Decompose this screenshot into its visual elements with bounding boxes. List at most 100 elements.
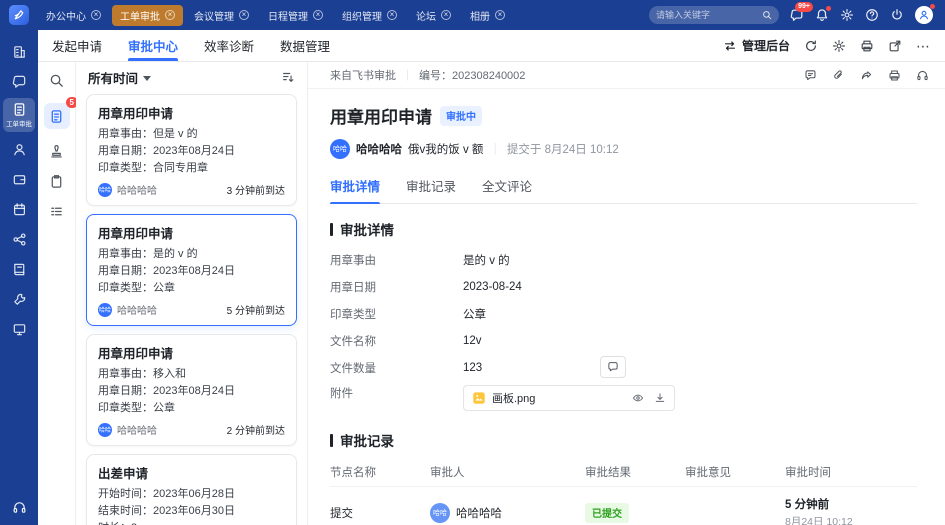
tab-comments[interactable]: 全文评论 xyxy=(482,169,532,203)
approval-card[interactable]: 用章用印申请 用章事由：移入和 用章日期：2023年08月24日 印章类型：公章… xyxy=(86,334,297,446)
rail-search-button[interactable] xyxy=(49,73,64,88)
clipboard-icon xyxy=(49,174,64,189)
close-tab-icon[interactable]: × xyxy=(91,10,101,20)
headset-icon xyxy=(12,500,27,515)
sidebar-item-ticket-approval[interactable]: 工单审批 xyxy=(3,98,35,132)
messages-button[interactable]: 99+ xyxy=(790,8,804,22)
headset-icon[interactable] xyxy=(916,69,929,82)
topbar-actions: 99+ xyxy=(649,6,945,24)
close-tab-icon[interactable]: × xyxy=(165,10,175,20)
more-button[interactable]: ⋯ xyxy=(916,41,931,51)
app-sidebar: 工单审批 xyxy=(0,30,38,525)
approval-card[interactable]: 出差申请 开始时间：2023年06月28日 结束时间：2023年06月30日 时… xyxy=(86,454,297,525)
sidebar-item-workbench[interactable] xyxy=(4,38,34,64)
printer-icon[interactable] xyxy=(888,69,901,82)
card-arrival-time: 2 分钟前到达 xyxy=(227,422,285,437)
time-absolute: 8月24日 10:12 xyxy=(785,514,917,525)
tab-start-request[interactable]: 发起申请 xyxy=(52,30,102,61)
sidebar-item-share[interactable] xyxy=(4,226,34,252)
sidebar-item-devices[interactable] xyxy=(4,316,34,342)
logout-button[interactable] xyxy=(890,8,904,22)
settings-button[interactable] xyxy=(840,8,854,22)
refresh-button[interactable] xyxy=(804,39,818,53)
rail-form-button[interactable] xyxy=(49,174,64,189)
print-button[interactable] xyxy=(860,39,874,53)
tab-approval-details[interactable]: 审批详情 xyxy=(330,169,380,203)
support-button[interactable] xyxy=(12,500,27,515)
stamp-icon xyxy=(49,144,64,159)
sidebar-item-directory[interactable] xyxy=(4,256,34,282)
comment-icon[interactable] xyxy=(804,69,817,82)
list-header: 所有时间 xyxy=(76,62,307,92)
time-filter-dropdown[interactable]: 所有时间 xyxy=(88,68,151,87)
help-button[interactable] xyxy=(865,8,879,22)
tab-label: 数据管理 xyxy=(280,36,330,55)
app-tab-label: 组织管理 xyxy=(342,8,382,23)
approval-rail: 5 xyxy=(38,62,76,525)
export-button[interactable] xyxy=(888,39,902,53)
field-row: 用章日期 2023-08-24 xyxy=(330,273,917,300)
share-forward-icon[interactable] xyxy=(860,69,873,82)
admin-console-button[interactable]: 管理后台 xyxy=(723,37,790,54)
rail-todo-button[interactable]: 5 xyxy=(44,103,70,129)
preview-eye-icon[interactable] xyxy=(632,392,644,404)
section-records-header: 审批记录 xyxy=(330,430,917,450)
app-logo[interactable] xyxy=(9,5,29,25)
node-name: 提交 xyxy=(330,505,430,521)
app-tab-forum[interactable]: 论坛 × xyxy=(408,5,459,26)
card-field: 印章类型：公章 xyxy=(98,280,285,297)
tab-approval-records[interactable]: 审批记录 xyxy=(406,169,456,203)
rail-stamp-button[interactable] xyxy=(49,144,64,159)
sidebar-item-finance[interactable] xyxy=(4,166,34,192)
tab-label: 审批记录 xyxy=(406,180,456,194)
app-tab-meeting[interactable]: 会议管理 × xyxy=(186,5,257,26)
field-value: 12v xyxy=(463,335,482,347)
records-table: 节点名称 审批人 审批结果 审批意见 审批时间 提交 哈哈 哈哈哈哈 已提交 5… xyxy=(330,457,917,525)
approval-card-selected[interactable]: 用章用印申请 用章事由：是的 v 的 用章日期：2023年08月24日 印章类型… xyxy=(86,214,297,326)
sidebar-item-chat[interactable] xyxy=(4,68,34,94)
card-field: 用章事由：是的 v 的 xyxy=(98,246,285,263)
field-label: 印章类型 xyxy=(330,306,463,322)
close-tab-icon[interactable]: × xyxy=(387,10,397,20)
close-tab-icon[interactable]: × xyxy=(441,10,451,20)
card-arrival-time: 3 分钟前到达 xyxy=(227,182,285,197)
attachment-chip[interactable]: 画板.png xyxy=(463,385,675,411)
detail-fields: 用章事由 是的 v 的 用章日期 2023-08-24 印章类型 公章 文件名称… xyxy=(330,246,917,415)
approval-detail: 来自飞书审批 ｜ 编号：202308240002 用章用印申请 审批中 哈哈 哈… xyxy=(308,62,945,525)
global-search[interactable] xyxy=(649,6,779,24)
notifications-button[interactable] xyxy=(815,8,829,22)
user-avatar[interactable] xyxy=(915,6,933,24)
field-value: 123 xyxy=(463,362,482,374)
submitter-row: 哈哈 哈哈哈哈 俄v我的饭 v 额 ｜ 提交于 8月24日 10:12 xyxy=(330,139,917,159)
field-comment-button[interactable] xyxy=(600,356,626,378)
app-tab-ticket-approval[interactable]: 工单审批 × xyxy=(112,5,183,26)
field-label: 附件 xyxy=(330,385,463,401)
close-tab-icon[interactable]: × xyxy=(495,10,505,20)
rail-tasklist-button[interactable] xyxy=(49,204,64,219)
card-field: 用章日期：2023年08月24日 xyxy=(98,143,285,160)
download-icon[interactable] xyxy=(654,392,666,404)
app-tab-organization[interactable]: 组织管理 × xyxy=(334,5,405,26)
paperclip-icon[interactable] xyxy=(832,69,845,82)
field-row: 文件名称 12v xyxy=(330,327,917,354)
approval-card[interactable]: 用章用印申请 用章事由：但是 v 的 用章日期：2023年08月24日 印章类型… xyxy=(86,94,297,206)
close-tab-icon[interactable]: × xyxy=(239,10,249,20)
calendar-icon xyxy=(12,202,27,217)
page-settings-button[interactable] xyxy=(832,39,846,53)
sort-button[interactable] xyxy=(281,70,295,84)
tab-data-management[interactable]: 数据管理 xyxy=(280,30,330,61)
app-tab-office-center[interactable]: 办公中心 × xyxy=(38,5,109,26)
app-tab-album[interactable]: 相册 × xyxy=(462,5,513,26)
close-tab-icon[interactable]: × xyxy=(313,10,323,20)
sidebar-item-calendar[interactable] xyxy=(4,196,34,222)
tab-approval-center[interactable]: 审批中心 xyxy=(128,30,178,61)
sidebar-item-contacts[interactable] xyxy=(4,136,34,162)
app-tab-schedule[interactable]: 日程管理 × xyxy=(260,5,331,26)
search-input[interactable] xyxy=(656,10,756,20)
card-field: 开始时间：2023年06月28日 xyxy=(98,486,285,503)
todo-doc-icon xyxy=(49,109,64,124)
sidebar-item-tools[interactable] xyxy=(4,286,34,312)
tab-efficiency[interactable]: 效率诊断 xyxy=(204,30,254,61)
address-book-icon xyxy=(12,262,27,277)
col-result: 审批结果 xyxy=(585,464,685,480)
